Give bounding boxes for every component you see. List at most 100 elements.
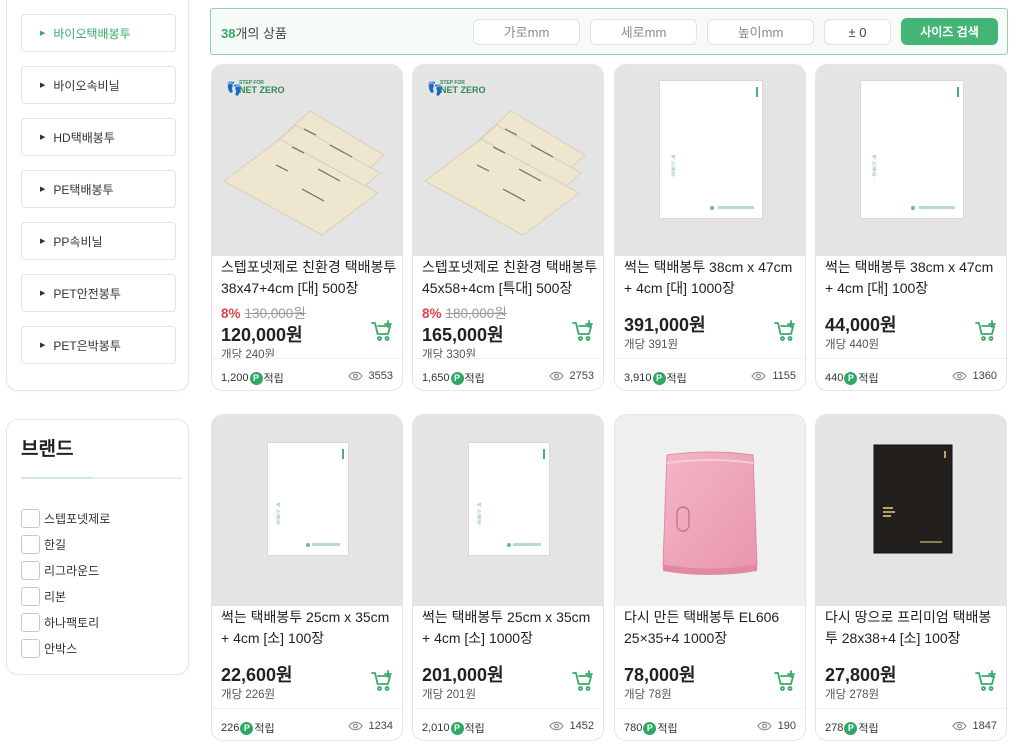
view-count-value: 1360 [972,370,997,382]
brand-checkbox[interactable] [21,508,40,528]
size-search-button[interactable]: 사이즈 검색 [901,18,998,45]
category-item-bio-delivery-bag[interactable]: ▶ 바이오택배봉투 [21,14,176,52]
brand-option[interactable]: 리그라운드 [21,560,99,580]
add-to-cart-icon[interactable] [571,319,595,343]
brand-option-label: 리그라운드 [44,563,100,578]
product-card[interactable]: 썩 는 봉 투 썩는 택배봉투 25cm x 35cm + 4cm [소] 10… [412,414,604,741]
category-item-label: PET안전봉투 [53,286,121,301]
view-count-value: 1234 [368,720,393,732]
view-count: 1847 [951,720,997,732]
product-card[interactable]: 다시 땅으로 프리미엄 택배봉투 28x38+4 [소] 100장 27,800… [815,414,1007,741]
view-count-value: 2753 [569,370,594,382]
size-search-bar: 38개의 상품 ± 0 사이즈 검색 [210,8,1008,55]
product-price: 22,600원 [221,665,293,685]
product-card[interactable]: 👣 STEP FOR NET ZERO 스텝포넷제로 친환경 택배봉투 38x4… [211,64,403,391]
points-value: 1,650 [422,372,450,384]
product-name[interactable]: 스텝포넷제로 친환경 택배봉투 45x58+4cm [특대] 500장 [422,257,600,299]
eye-icon [347,721,363,731]
reward-points: 1,200 P 적립 [221,370,284,386]
add-to-cart-icon[interactable] [974,669,998,693]
reward-points: 2,010 P 적립 [422,720,485,736]
brand-checkbox[interactable] [21,586,40,606]
points-suffix: 적립 [858,723,879,735]
product-name[interactable]: 썩는 택배봉투 38cm x 47cm + 4cm [대] 1000장 [624,257,802,299]
product-price: 120,000원 [221,325,303,345]
add-to-cart-icon[interactable] [370,669,394,693]
category-item-pp-inner-vinyl[interactable]: ▶ PP속비닐 [21,222,176,260]
view-count: 3553 [347,370,393,382]
brand-option[interactable]: 한길 [21,534,66,554]
product-name[interactable]: 스텝포넷제로 친환경 택배봉투 38x47+4cm [대] 500장 [221,257,399,299]
add-to-cart-icon[interactable] [370,319,394,343]
brand-checkbox[interactable] [21,560,40,580]
product-price: 44,000원 [825,315,897,335]
brand-checkbox[interactable] [21,612,40,632]
points-value: 278 [825,722,844,734]
view-count: 1452 [548,720,594,732]
product-image[interactable]: 👣 STEP FOR NET ZERO [413,65,603,256]
add-to-cart-icon[interactable] [571,669,595,693]
view-count-value: 1847 [972,720,997,732]
product-card[interactable]: 다시 만든 택배봉투 EL606 25×35+4 1000장 78,000원 개… [614,414,806,741]
add-to-cart-icon[interactable] [773,669,797,693]
brand-option[interactable]: 안박스 [21,638,77,658]
length-mm-input[interactable] [590,19,697,45]
unit-price: 개당 201원 [422,689,477,701]
tolerance-selector[interactable]: ± 0 [824,19,891,45]
width-mm-input[interactable] [473,19,580,45]
product-image[interactable]: 👣 STEP FOR NET ZERO [212,65,402,256]
category-item-pe-delivery-bag[interactable]: ▶ PE택배봉투 [21,170,176,208]
points-value: 780 [624,722,643,734]
height-mm-input[interactable] [707,19,814,45]
caret-right-icon: ▶ [40,186,46,193]
brand-option[interactable]: 하나팩토리 [21,612,99,632]
brand-checkbox[interactable] [21,534,40,554]
category-item-pet-safety-bag[interactable]: ▶ PET안전봉투 [21,274,176,312]
points-suffix: 적립 [666,373,687,385]
add-to-cart-icon[interactable] [773,319,797,343]
view-count: 1155 [751,370,796,382]
product-image[interactable]: 썩 는 봉 투 [212,415,402,606]
reward-points: 440 P 적립 [825,370,879,386]
reward-points: 226 P 적립 [221,720,275,736]
reward-points: 780 P 적립 [624,720,678,736]
product-card[interactable]: 썩 는 봉 투 썩는 택배봉투 25cm x 35cm + 4cm [소] 10… [211,414,403,741]
view-count-value: 190 [777,720,796,732]
category-item-hd-delivery-bag[interactable]: ▶ HD택배봉투 [21,118,176,156]
product-price: 27,800원 [825,665,897,685]
product-image[interactable]: 썩 는 봉 투 [816,65,1006,256]
unit-price: 개당 78원 [624,689,672,701]
category-item-pet-foil-bag[interactable]: ▶ PET은박봉투 [21,326,176,364]
card-footer: 3,910 P 적립 1155 [615,358,805,390]
points-value: 1,200 [221,372,249,384]
eye-icon [548,721,564,731]
brand-filter-panel: 브랜드 스텝포넷제로 한길 리그라운드 리본 하나팩토리 안박스 [6,419,189,675]
product-name[interactable]: 썩는 택배봉투 25cm x 35cm + 4cm [소] 100장 [221,607,399,649]
eye-icon [751,371,767,381]
product-image[interactable] [615,415,805,606]
product-price: 391,000원 [624,315,706,335]
add-to-cart-icon[interactable] [974,319,998,343]
product-card[interactable]: 썩 는 봉 투 썩는 택배봉투 38cm x 47cm + 4cm [대] 10… [614,64,806,391]
kraft-bag-stack-illustration [424,110,586,236]
unit-price: 개당 440원 [825,339,880,351]
product-name[interactable]: 썩는 택배봉투 38cm x 47cm + 4cm [대] 100장 [825,257,1003,299]
product-image[interactable]: 썩 는 봉 투 [413,415,603,606]
brand-option[interactable]: 스텝포넷제로 [21,508,110,528]
discount-info: 8% 180,000원 [422,302,507,322]
brand-checkbox[interactable] [21,638,40,658]
category-item-bio-inner-vinyl[interactable]: ▶ 바이오속비닐 [21,66,176,104]
card-footer: 1,200 P 적립 3553 [212,358,402,390]
product-card[interactable]: 썩 는 봉 투 썩는 택배봉투 38cm x 47cm + 4cm [대] 10… [815,64,1007,391]
product-name[interactable]: 썩는 택배봉투 25cm x 35cm + 4cm [소] 1000장 [422,607,600,649]
brand-option[interactable]: 리본 [21,586,66,606]
product-name[interactable]: 다시 땅으로 프리미엄 택배봉투 28x38+4 [소] 100장 [825,607,1003,649]
points-value: 440 [825,372,844,384]
product-card[interactable]: 👣 STEP FOR NET ZERO 스텝포넷제로 친환경 택배봉투 45x5… [412,64,604,391]
product-name[interactable]: 다시 만든 택배봉투 EL606 25×35+4 1000장 [624,607,802,649]
product-image[interactable] [816,415,1006,606]
product-image[interactable]: 썩 는 봉 투 [615,65,805,256]
unit-price: 개당 391원 [624,339,679,351]
card-footer: 780 P 적립 190 [615,708,805,740]
card-footer: 440 P 적립 1360 [816,358,1006,390]
